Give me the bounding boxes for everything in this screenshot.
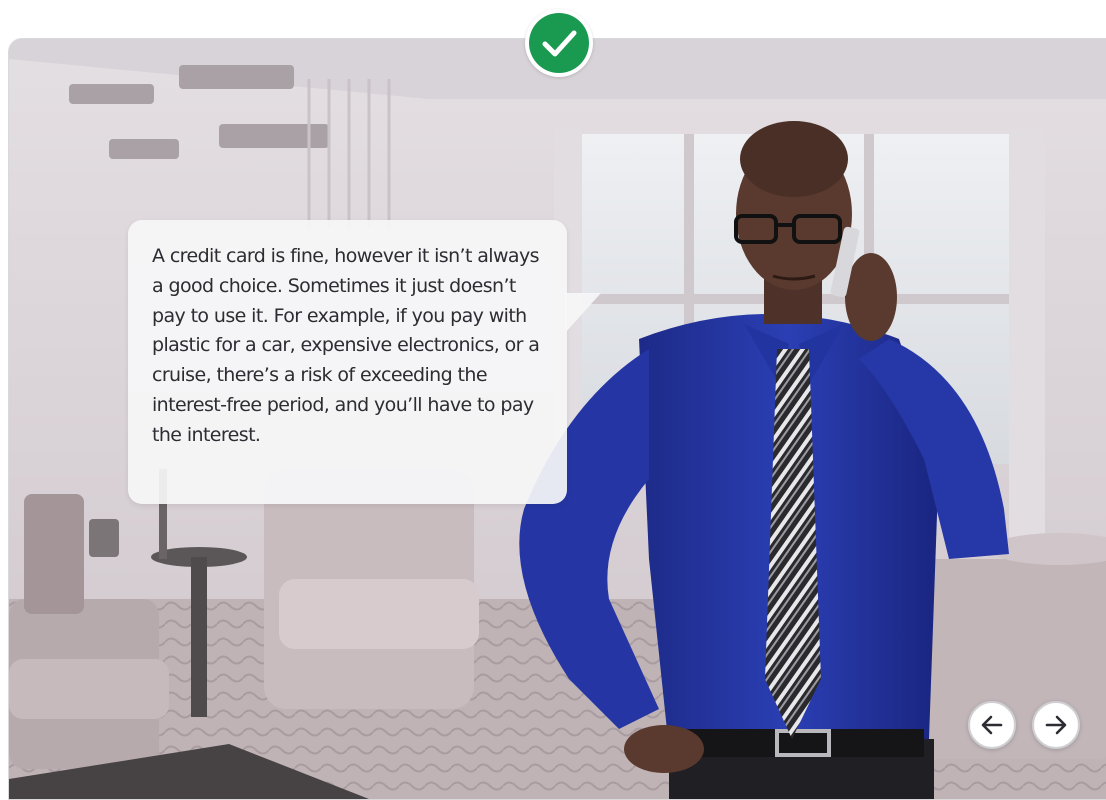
next-button[interactable] (1032, 701, 1080, 749)
speech-bubble-tail (565, 293, 601, 333)
previous-button[interactable] (968, 701, 1016, 749)
check-icon (529, 13, 589, 73)
arrow-left-icon (981, 715, 1003, 735)
success-badge (525, 9, 593, 77)
slide-stage: A credit card is fine, however it isn’t … (8, 38, 1106, 800)
speech-text: A credit card is fine, however it isn’t … (152, 245, 540, 446)
arrow-right-icon (1045, 715, 1067, 735)
speech-bubble: A credit card is fine, however it isn’t … (128, 220, 567, 504)
